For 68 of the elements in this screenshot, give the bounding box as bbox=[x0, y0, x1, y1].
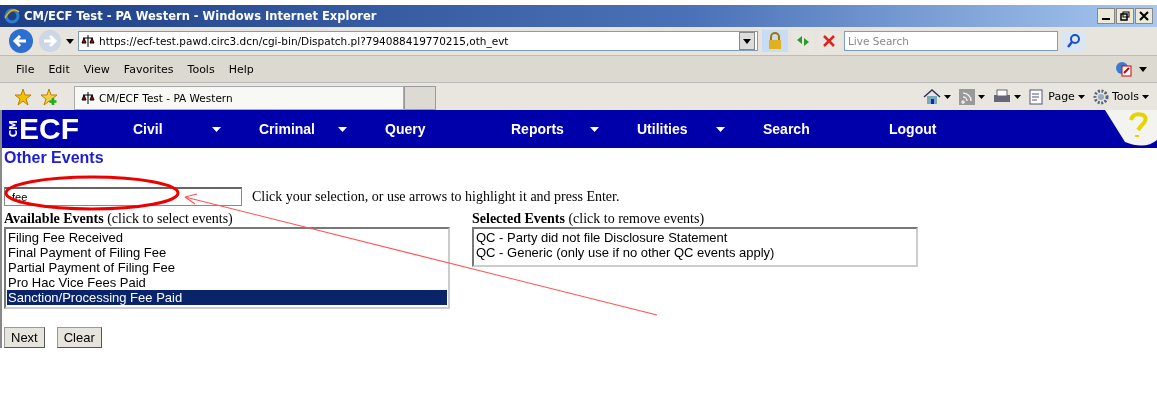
caret-icon[interactable] bbox=[1014, 94, 1022, 99]
nav-link[interactable]: Logout bbox=[889, 121, 937, 137]
list-option[interactable]: Sanction/Processing Fee Paid bbox=[7, 290, 447, 305]
scales-icon bbox=[81, 91, 95, 105]
caret-icon[interactable] bbox=[1077, 94, 1085, 99]
close-button[interactable] bbox=[1135, 8, 1153, 24]
search-field[interactable]: Live Search bbox=[844, 31, 1058, 51]
printer-icon[interactable] bbox=[993, 88, 1012, 105]
instruction-text: Click your selection, or use arrows to highlight it and press Enter. bbox=[252, 188, 620, 205]
caret-icon[interactable] bbox=[944, 94, 952, 99]
nav-link[interactable]: Search bbox=[763, 121, 810, 137]
browser-logo-icon bbox=[4, 8, 20, 24]
menu-item[interactable]: Favorites bbox=[119, 62, 178, 76]
home-icon[interactable] bbox=[923, 88, 942, 105]
nav-link[interactable]: Criminal bbox=[259, 121, 315, 137]
add-favorite-icon[interactable] bbox=[40, 87, 58, 106]
logo-side-text: CM bbox=[8, 120, 19, 138]
menu-item[interactable]: Tools bbox=[183, 62, 219, 76]
list-heading: Selected Events (click to remove events) bbox=[472, 210, 706, 227]
caret-icon[interactable] bbox=[1142, 94, 1149, 99]
address-field[interactable]: https://ecf-test.pawd.circ3.dcn/cgi-bin/Dispatch.pl?794088419770215,oth_evt bbox=[78, 31, 758, 51]
command-menu[interactable]: Page bbox=[1048, 90, 1075, 103]
list-option[interactable]: Filing Fee Received bbox=[7, 230, 447, 245]
scales-icon bbox=[81, 34, 95, 48]
menu-item[interactable]: Edit bbox=[44, 62, 74, 76]
star-icon[interactable] bbox=[14, 87, 32, 106]
minimize-icon bbox=[1102, 18, 1110, 20]
caret-icon[interactable] bbox=[66, 38, 74, 44]
close-icon bbox=[1139, 11, 1149, 21]
list-option[interactable]: QC - Party did not file Disclosure Statement bbox=[475, 230, 915, 245]
page-icon[interactable] bbox=[1029, 88, 1046, 105]
lock-icon[interactable] bbox=[762, 30, 788, 52]
search-icon[interactable] bbox=[1062, 31, 1086, 51]
caret-icon[interactable] bbox=[1139, 66, 1147, 72]
form-button[interactable]: Clear bbox=[56, 327, 102, 348]
caret-icon bbox=[743, 38, 751, 44]
caret-icon[interactable] bbox=[212, 126, 221, 132]
restore-icon bbox=[1120, 11, 1130, 21]
command-menu[interactable]: Tools bbox=[1111, 90, 1139, 103]
list-option[interactable]: QC - Generic (only use if no other QC events apply) bbox=[475, 245, 915, 260]
list-option[interactable]: Final Payment of Filing Fee bbox=[7, 245, 447, 260]
list-option[interactable]: Pro Hac Vice Fees Paid bbox=[7, 275, 447, 290]
nav-link[interactable]: Utilities bbox=[637, 121, 688, 137]
window-title: CM/ECF Test - PA Western - Windows Internet Explorer bbox=[24, 9, 377, 23]
caret-icon[interactable] bbox=[338, 126, 347, 132]
available-events-list[interactable]: Filing Fee Received Final Payment of Filing Fee Partial Payment of Filing Fee Pro Hac Vice Fees Paid Sanction/Processing Fee Paid bbox=[4, 227, 450, 309]
caret-icon[interactable] bbox=[978, 94, 986, 99]
nav-link[interactable]: Reports bbox=[511, 121, 564, 137]
logo-text: ECF bbox=[19, 114, 79, 144]
nav-link[interactable]: Civil bbox=[133, 121, 163, 137]
page-title: Other Events bbox=[4, 149, 105, 167]
menu-item[interactable]: File bbox=[12, 62, 39, 76]
menu-item[interactable]: View bbox=[79, 62, 114, 76]
help-icon[interactable] bbox=[1105, 110, 1157, 148]
gear-icon[interactable] bbox=[1092, 88, 1109, 105]
list-option[interactable]: Partial Payment of Filing Fee bbox=[7, 260, 447, 275]
restore-button[interactable] bbox=[1116, 8, 1134, 24]
menu-item[interactable]: Help bbox=[224, 62, 258, 76]
form-button[interactable]: Next bbox=[4, 327, 45, 348]
list-heading: Available Events (click to select events) bbox=[4, 210, 234, 227]
caret-icon[interactable] bbox=[590, 126, 599, 132]
dropdown-button[interactable] bbox=[739, 32, 755, 50]
browser-tab[interactable]: CM/ECF Test - PA Western bbox=[74, 86, 404, 110]
selected-events-list[interactable]: QC - Party did not file Disclosure Statement QC - Generic (only use if no other QC events apply) bbox=[472, 227, 918, 267]
back-icon[interactable] bbox=[8, 28, 34, 54]
nav-link[interactable]: Query bbox=[385, 121, 426, 137]
caret-icon[interactable] bbox=[716, 126, 725, 132]
minimize-button[interactable] bbox=[1097, 8, 1115, 24]
